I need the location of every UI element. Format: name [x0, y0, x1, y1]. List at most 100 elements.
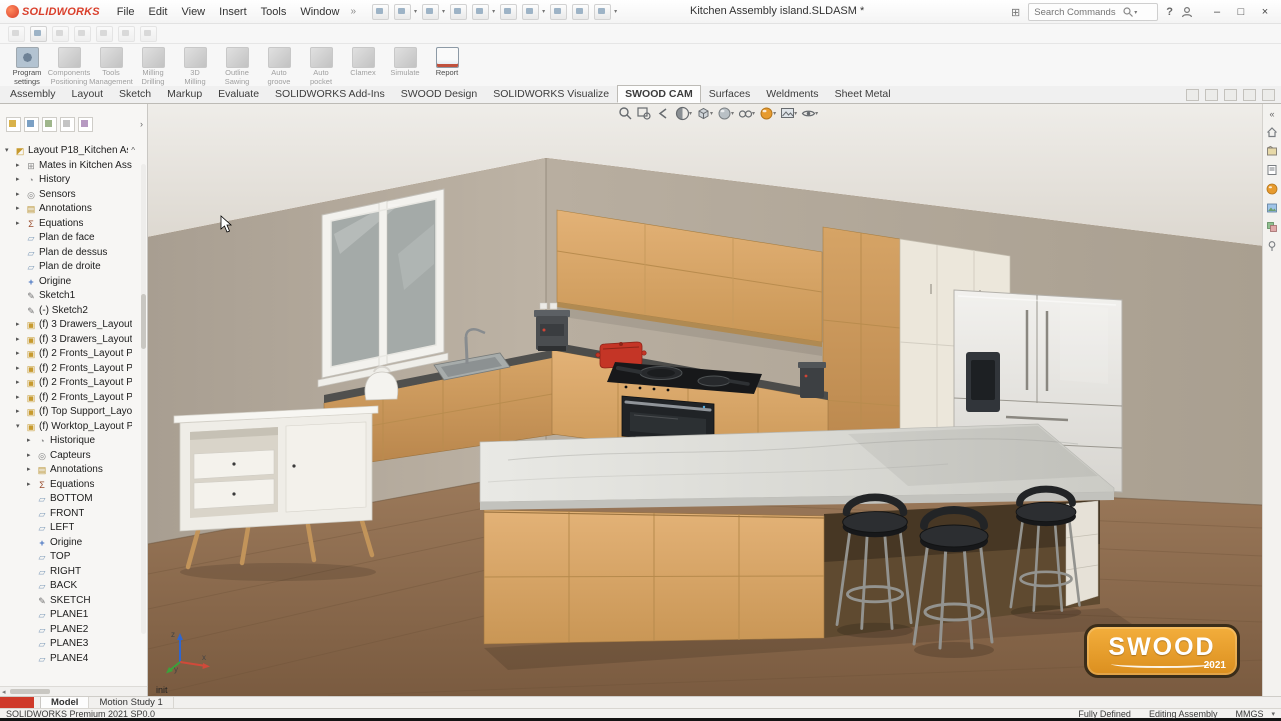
expand-collapse-icon[interactable]: ▸ — [16, 362, 23, 377]
design-library-icon[interactable] — [1266, 145, 1278, 157]
feature-tree-item[interactable]: ▸ ◔ History — [0, 173, 147, 188]
expand-collapse-icon[interactable]: ▸ — [27, 478, 34, 493]
feature-tree-item[interactable]: ▱ PLANE1 — [0, 608, 147, 623]
swood-toolbar-icon-2[interactable] — [30, 26, 47, 42]
search-input[interactable] — [1032, 6, 1120, 19]
section-view-icon[interactable]: ▾ — [675, 106, 692, 121]
feature-tree-item[interactable]: ▸ ▤ Annotations — [0, 202, 147, 217]
command-button[interactable]: Program settings — [6, 46, 48, 86]
command-button[interactable]: Milling Drilling — [132, 46, 174, 86]
feature-tree-item[interactable]: ▱ BACK — [0, 579, 147, 594]
select-arrow-button[interactable] — [522, 4, 539, 20]
swood-toolbar-icon-3[interactable] — [52, 26, 69, 42]
tree-horizontal-scrollbar[interactable]: ◂ — [0, 686, 147, 696]
ribbon-tab[interactable]: SOLIDWORKS Add-Ins — [267, 85, 393, 103]
view-settings-icon[interactable]: ▾ — [801, 106, 818, 121]
expand-collapse-icon[interactable]: ▸ — [16, 173, 23, 188]
scroll-left-arrow-icon[interactable]: ◂ — [2, 688, 6, 696]
window[interactable] — [318, 189, 448, 387]
feature-tree-item[interactable]: ▱ FRONT — [0, 507, 147, 522]
swood-toolbar-icon-1[interactable] — [8, 26, 25, 42]
feature-tree-item[interactable]: ▸ ▣ (f) 2 Fronts_Layout P18_Kit — [0, 391, 147, 406]
doc-window-icon-3[interactable] — [1224, 89, 1237, 101]
open-button[interactable] — [394, 4, 411, 20]
file-explorer-icon[interactable] — [1266, 164, 1278, 176]
expand-collapse-icon[interactable]: ▸ — [16, 347, 23, 362]
tab-dimxpert-manager[interactable] — [60, 117, 75, 132]
decals-icon[interactable] — [1266, 221, 1278, 233]
doc-window-icon-4[interactable] — [1243, 89, 1256, 101]
menu-item[interactable]: File — [110, 3, 142, 21]
command-button[interactable]: Tools Management — [90, 46, 132, 86]
doc-window-icon-1[interactable] — [1186, 89, 1199, 101]
options-button[interactable] — [594, 4, 611, 20]
zoom-fit-icon[interactable] — [618, 106, 633, 121]
tree-hscroll-thumb[interactable] — [10, 689, 50, 694]
print-button[interactable] — [450, 4, 467, 20]
menu-item[interactable]: Window — [293, 3, 346, 21]
view-orientation-icon[interactable]: ▾ — [696, 106, 713, 121]
tab-display-manager[interactable] — [78, 117, 93, 132]
command-button[interactable]: Components Positioning — [48, 46, 90, 86]
ribbon-tab[interactable]: Assembly — [2, 85, 64, 103]
ribbon-tab[interactable]: SWOOD Design — [393, 85, 485, 103]
undo-button[interactable] — [472, 4, 489, 20]
expand-collapse-icon[interactable]: ▸ — [16, 333, 23, 348]
ribbon-tab[interactable]: Sheet Metal — [827, 85, 899, 103]
feature-tree-item[interactable]: ▱ LEFT — [0, 521, 147, 536]
display-style-icon[interactable]: ▾ — [717, 106, 734, 121]
minimize-button[interactable]: – — [1205, 2, 1229, 22]
collapse-caret[interactable]: ^ — [131, 144, 147, 159]
expand-collapse-icon[interactable]: ▸ — [27, 463, 34, 478]
ribbon-tab[interactable]: Evaluate — [210, 85, 267, 103]
feature-tree-item[interactable]: ▱ PLANE2 — [0, 623, 147, 638]
menu-item[interactable]: Edit — [142, 3, 175, 21]
swood-toolbar-icon-6[interactable] — [118, 26, 135, 42]
ribbon-tab[interactable]: Sketch — [111, 85, 159, 103]
hide-show-items-icon[interactable]: ▾ — [738, 106, 755, 121]
coffee-machine[interactable] — [534, 303, 570, 351]
edit-appearance-icon[interactable]: ▾ — [759, 106, 776, 121]
feature-tree-item[interactable]: ▱ RIGHT — [0, 565, 147, 580]
units-dropdown-chevron-icon[interactable]: ▾ — [1271, 710, 1275, 718]
feature-tree-item[interactable]: ▸ ▣ (f) 3 Drawers_Layout P18_I — [0, 333, 147, 348]
feature-tree-item[interactable]: ▱ TOP — [0, 550, 147, 565]
swood-toolbar-icon-4[interactable] — [74, 26, 91, 42]
tab-configuration-manager[interactable] — [42, 117, 57, 132]
collapse-panel-icon[interactable]: « — [1269, 109, 1274, 119]
model-tab[interactable]: Model — [40, 697, 89, 708]
ribbon-tab[interactable]: SWOOD CAM — [617, 85, 701, 103]
custom-properties-icon[interactable] — [1266, 240, 1278, 252]
doc-window-icon-2[interactable] — [1205, 89, 1218, 101]
graphics-viewport[interactable]: ▾ ▾ ▾ ▾ ▾ ▾ ▾ z x y init — [148, 104, 1262, 696]
menu-overflow-chevron[interactable]: » — [346, 6, 360, 17]
expand-collapse-icon[interactable]: ▸ — [27, 434, 34, 449]
tab-featuremanager-tree[interactable] — [6, 117, 21, 132]
expand-collapse-icon[interactable]: ▾ — [16, 420, 23, 435]
ribbon-tab[interactable]: Layout — [64, 85, 112, 103]
expand-collapse-icon[interactable]: ▸ — [16, 159, 23, 174]
expand-collapse-icon[interactable]: ▸ — [16, 391, 23, 406]
home-button[interactable] — [372, 4, 389, 20]
feature-tree-item[interactable]: ✎ SKETCH — [0, 594, 147, 609]
feature-tree-item[interactable]: ▱ BOTTOM — [0, 492, 147, 507]
restore-button[interactable]: □ — [1229, 2, 1253, 22]
feature-tree-item[interactable]: ▸ ◎ Sensors — [0, 188, 147, 203]
home-icon[interactable] — [1266, 126, 1278, 138]
redo-button[interactable] — [500, 4, 517, 20]
feature-tree-item[interactable]: ▸ ◔ Historique — [0, 434, 147, 449]
expand-collapse-icon[interactable]: ▸ — [16, 376, 23, 391]
command-button[interactable]: Auto groove — [258, 46, 300, 86]
expand-collapse-icon[interactable]: ▾ — [5, 144, 12, 159]
command-button[interactable]: Clamex — [342, 46, 384, 78]
feature-tree-item[interactable]: ▸ ▣ (f) 2 Fronts_Layout P18_Kit — [0, 347, 147, 362]
feature-tree-item[interactable]: ▱ PLANE3 — [0, 637, 147, 652]
feature-tree-item[interactable]: + Origine — [0, 536, 147, 551]
feature-tree-item[interactable]: ▱ Plan de dessus — [0, 246, 147, 261]
kitchen-3d-scene[interactable] — [148, 104, 1262, 696]
previous-view-icon[interactable] — [656, 106, 671, 121]
feature-tree-item[interactable]: + Origine — [0, 275, 147, 290]
feature-tree-item[interactable]: ▸ ▣ (f) 3 Drawers_Layout P18_I — [0, 318, 147, 333]
scene-icon[interactable] — [1266, 202, 1278, 214]
solidworks-logo[interactable]: SOLIDWORKS — [6, 5, 100, 18]
